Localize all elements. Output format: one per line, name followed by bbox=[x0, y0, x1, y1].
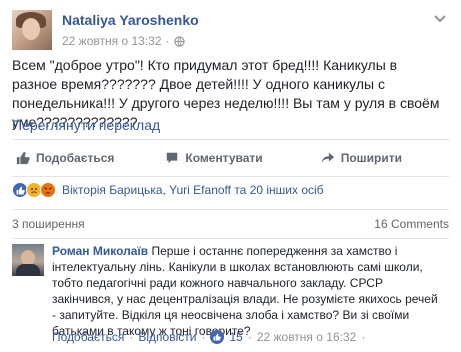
comment-date[interactable]: 22 жовтня о 16:32 bbox=[257, 330, 357, 344]
comment-content: Роман Миколаїв Перше і останнє попередже… bbox=[52, 243, 442, 339]
see-translation-link[interactable]: Переглянути переклад bbox=[12, 117, 160, 133]
author-name[interactable]: Nataliya Yaroshenko bbox=[62, 12, 199, 28]
commenter-name[interactable]: Роман Миколаїв bbox=[52, 244, 148, 258]
post-header: Nataliya Yaroshenko 22 жовтня о 13:32 · bbox=[12, 10, 449, 50]
comment-text: Перше і останнє попередження за хамство … bbox=[52, 244, 438, 338]
share-button[interactable]: Поширити bbox=[321, 151, 402, 165]
comment-likes-count[interactable]: 15 bbox=[229, 330, 242, 344]
post-actions: Подобається Коментувати Поширити bbox=[12, 139, 449, 177]
like-button[interactable]: Подобається bbox=[16, 151, 114, 165]
comment-reply-link[interactable]: Відповісти bbox=[138, 330, 196, 344]
reactors-text[interactable]: Вікторія Барицька, Yuri Efanoff та 20 ін… bbox=[62, 183, 324, 197]
comment-button[interactable]: Коментувати bbox=[165, 151, 263, 165]
comment-like-link[interactable]: Подобається bbox=[52, 330, 124, 344]
angry-icon bbox=[40, 182, 56, 198]
post-meta: 22 жовтня о 13:32 · bbox=[62, 34, 185, 48]
facebook-post: Nataliya Yaroshenko 22 жовтня о 13:32 · … bbox=[0, 0, 461, 352]
author-avatar[interactable] bbox=[12, 10, 52, 50]
comment-icon bbox=[167, 152, 178, 164]
chevron-down-icon[interactable] bbox=[431, 12, 449, 26]
reactions-bar[interactable]: Вікторія Барицька, Yuri Efanoff та 20 ін… bbox=[12, 180, 324, 200]
comment-footer: Подобається · Відповісти · 15 · 22 жовтн… bbox=[52, 330, 366, 344]
comments-count[interactable]: 16 Comments bbox=[374, 217, 449, 231]
globe-icon bbox=[173, 35, 185, 47]
post-date[interactable]: 22 жовтня о 13:32 bbox=[62, 34, 162, 48]
commenter-avatar[interactable] bbox=[12, 244, 44, 276]
like-icon bbox=[210, 330, 225, 344]
shares-count[interactable]: 3 поширення bbox=[12, 217, 85, 231]
post-counts: 3 поширення 16 Comments bbox=[12, 209, 449, 239]
share-icon bbox=[321, 152, 334, 164]
thumbs-up-icon bbox=[16, 151, 30, 165]
